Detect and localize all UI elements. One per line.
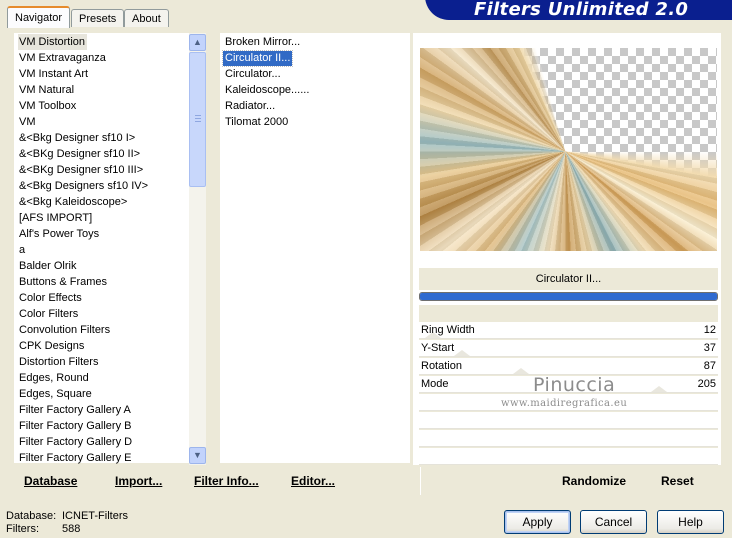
- parameter-label: Y-Start: [421, 342, 455, 354]
- apply-button[interactable]: Apply: [504, 510, 571, 534]
- filter-list[interactable]: Broken Mirror... Circulator II... Circulat…: [220, 33, 410, 463]
- filter-item[interactable]: Circulator...: [223, 67, 283, 82]
- slider-knob[interactable]: [651, 386, 667, 392]
- preview-image: [420, 48, 717, 251]
- scroll-thumb[interactable]: [189, 52, 206, 187]
- category-item[interactable]: Alf's Power Toys: [17, 226, 101, 242]
- watermark-name: Pinuccia: [533, 374, 616, 396]
- chevron-down-icon: ▼: [193, 450, 202, 460]
- category-item[interactable]: [AFS IMPORT]: [17, 210, 94, 226]
- category-item[interactable]: Convolution Filters: [17, 322, 112, 338]
- category-item[interactable]: Filter Factory Gallery E: [17, 450, 133, 466]
- category-item[interactable]: a: [17, 242, 27, 258]
- toolbar: Database Import... Filter Info... Editor…: [8, 465, 722, 496]
- category-item[interactable]: VM Toolbox: [18, 98, 78, 114]
- slider-knob[interactable]: [513, 368, 529, 374]
- category-item[interactable]: CPK Designs: [17, 338, 86, 354]
- category-item[interactable]: &<BKg Designer sf10 II>: [17, 146, 142, 162]
- progress-fill: [420, 293, 717, 300]
- scroll-down-button[interactable]: ▼: [189, 447, 206, 464]
- category-item[interactable]: Balder Olrik: [17, 258, 78, 274]
- parameter-label: Ring Width: [421, 324, 475, 336]
- reset-button[interactable]: Reset: [661, 474, 694, 488]
- randomize-button[interactable]: Randomize: [562, 474, 626, 488]
- app-title: Filters Unlimited 2.0: [474, 0, 689, 20]
- category-item[interactable]: VM Instant Art: [18, 66, 90, 82]
- toolbar-divider: [420, 467, 421, 495]
- category-item[interactable]: Filter Factory Gallery D: [17, 434, 134, 450]
- filter-item[interactable]: Circulator II...: [221, 50, 294, 67]
- tab-navigator[interactable]: Navigator: [7, 6, 71, 28]
- category-item[interactable]: &<Bkg Kaleidoscope>: [17, 194, 129, 210]
- category-item[interactable]: VM Natural: [18, 82, 76, 98]
- parameter-value: 205: [697, 378, 716, 390]
- filter-item[interactable]: Tilomat 2000: [223, 115, 290, 130]
- progress-bar: [419, 292, 718, 301]
- database-label: Database:: [6, 510, 57, 522]
- filter-item[interactable]: Broken Mirror...: [223, 35, 302, 50]
- editor-button[interactable]: Editor...: [291, 474, 335, 488]
- empty-parameter-row: [419, 412, 718, 429]
- current-filter-name: Circulator II...: [419, 268, 718, 290]
- filters-count-label: Filters:: [6, 523, 39, 535]
- chevron-up-icon: ▲: [193, 37, 202, 47]
- category-item[interactable]: VM Extravaganza: [18, 50, 108, 66]
- watermark-url: www.maidiregrafica.eu: [501, 398, 628, 409]
- import-button[interactable]: Import...: [115, 474, 162, 488]
- category-item[interactable]: Buttons & Frames: [17, 274, 109, 290]
- filter-info-button[interactable]: Filter Info...: [194, 474, 259, 488]
- scroll-up-button[interactable]: ▲: [189, 34, 206, 51]
- category-list[interactable]: VM Distortion VM Extravaganza VM Instant A…: [14, 33, 190, 466]
- parameter-label: Mode: [421, 378, 449, 390]
- filter-item[interactable]: Kaleidoscope......: [223, 83, 311, 98]
- empty-parameter-row: [419, 430, 718, 447]
- category-item[interactable]: Edges, Round: [17, 370, 91, 386]
- category-scrollbar[interactable]: ▲ ▼: [189, 33, 206, 465]
- parameter-value: 37: [703, 342, 716, 354]
- parameter-value: 12: [703, 324, 716, 336]
- parameter-slider[interactable]: Ring Width 12: [419, 322, 718, 339]
- category-item[interactable]: VM: [18, 114, 38, 130]
- category-item[interactable]: &<Bkg Designers sf10 IV>: [17, 178, 150, 194]
- tab-about[interactable]: About: [124, 9, 169, 27]
- category-item[interactable]: &<Bkg Designer sf10 I>: [17, 130, 137, 146]
- grip-line: [195, 118, 201, 119]
- database-value: ICNET-Filters: [62, 510, 128, 522]
- help-button[interactable]: Help: [657, 510, 724, 534]
- category-item[interactable]: Filter Factory Gallery B: [17, 418, 133, 434]
- grip-line: [195, 121, 201, 122]
- parameter-slider[interactable]: Y-Start 37: [419, 340, 718, 357]
- empty-parameter-row: [419, 448, 718, 465]
- category-item[interactable]: &<BKg Designer sf10 III>: [17, 162, 145, 178]
- category-item[interactable]: VM Distortion: [18, 34, 88, 50]
- parameter-value: 87: [703, 360, 716, 372]
- tab-presets[interactable]: Presets: [71, 9, 125, 27]
- filters-count-value: 588: [62, 523, 81, 535]
- category-item[interactable]: Color Effects: [17, 290, 84, 306]
- cancel-button[interactable]: Cancel: [580, 510, 647, 534]
- category-item[interactable]: Color Filters: [17, 306, 80, 322]
- database-button[interactable]: Database: [24, 474, 77, 488]
- preview-texture: [420, 48, 717, 251]
- category-item[interactable]: Distortion Filters: [17, 354, 100, 370]
- filter-item[interactable]: Radiator...: [223, 99, 277, 114]
- parameter-slider[interactable]: Rotation 87: [419, 358, 718, 375]
- category-item[interactable]: Edges, Square: [17, 386, 94, 402]
- slider-knob[interactable]: [454, 350, 470, 356]
- parameter-label: Rotation: [421, 360, 462, 372]
- category-item[interactable]: Filter Factory Gallery A: [17, 402, 133, 418]
- grip-line: [195, 115, 201, 116]
